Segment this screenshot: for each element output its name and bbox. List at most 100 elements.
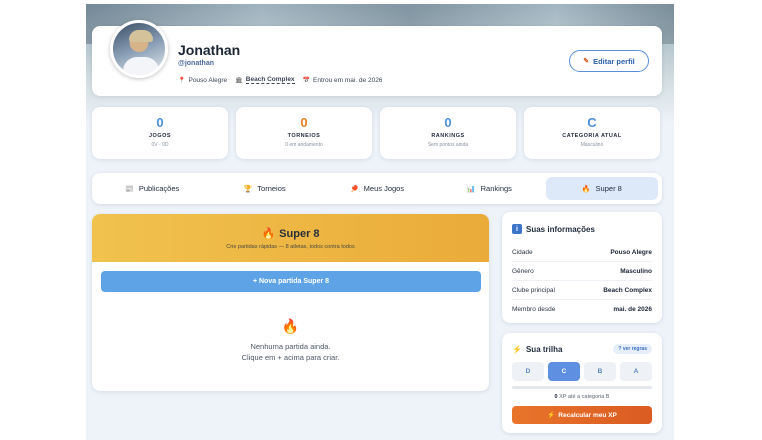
building-icon: 🏛 (235, 77, 243, 84)
info-row: Clube principal Beach Complex (512, 281, 652, 300)
info-row: Cidade Pouso Alegre (512, 243, 652, 262)
tab-publicacoes[interactable]: 📰 Publicações (96, 177, 208, 200)
info-rows: Cidade Pouso Alegre Gênero Masculino Clu… (512, 243, 652, 319)
stat-label: CATEGORIA ATUAL (562, 133, 622, 139)
meta-city: 📍 Pouso Alegre (178, 77, 227, 84)
stat-label: TORNEIOS (287, 133, 321, 139)
info-key: Membro desde (512, 306, 556, 313)
recalc-label: Recalcular meu XP (558, 411, 617, 419)
level-selector: D C B A (512, 362, 652, 381)
meta-joined: 📅 Entrou em mai. de 2026 (303, 77, 383, 84)
edit-profile-label: Editar perfil (593, 56, 635, 66)
calendar-icon: 📅 (302, 77, 311, 84)
pin-icon: 📍 (178, 77, 186, 84)
rules-label: ver regras (622, 346, 647, 352)
tab-meus-jogos[interactable]: 🏓 Meus Jogos (321, 177, 433, 200)
empty-line-2: Clique em + acima para criar. (241, 353, 340, 362)
info-row: Gênero Masculino (512, 262, 652, 281)
recalc-xp-button[interactable]: ⚡ Recalcular meu XP (512, 406, 652, 424)
flame-icon: 🔥 (281, 318, 300, 334)
info-value: Masculino (620, 267, 652, 275)
info-title-text: Suas informações (526, 224, 595, 234)
profile-meta: 📍 Pouso Alegre 🏛 Beach Complex 📅 Entrou … (178, 76, 390, 84)
edit-profile-button[interactable]: ✎ Editar perfil (569, 50, 649, 72)
lightning-icon: ⚡ (512, 344, 522, 354)
profile-handle: @jonathan (178, 60, 214, 67)
avatar-cap (129, 30, 153, 42)
stat-sub: 0V · 0D (151, 142, 169, 148)
stat-sub: 0 em andamento (285, 142, 323, 148)
tab-torneios[interactable]: 🏆 Torneios (208, 177, 320, 200)
stat-value: 0 (444, 115, 452, 130)
tab-rankings[interactable]: 📊 Rankings (433, 177, 545, 200)
info-value: Pouso Alegre (610, 248, 652, 256)
profile-card: Jonathan @jonathan 📍 Pouso Alegre 🏛 Beac… (92, 20, 662, 96)
flame-icon: 🔥 (581, 185, 591, 193)
stat-value: 0 (300, 115, 308, 130)
trilha-title: ⚡ Sua trilha (512, 345, 562, 354)
level-d[interactable]: D (512, 362, 544, 381)
lightning-icon: ⚡ (547, 412, 556, 419)
trilha-header: ⚡ Sua trilha ? ver regras (512, 344, 652, 354)
info-card: i Suas informações Cidade Pouso Alegre G… (502, 212, 662, 323)
stat-label: RANKINGS (431, 133, 465, 139)
joined-text: Entrou em mai. de 2026 (313, 76, 383, 84)
stat-card-rankings: 0 RANKINGS Sem pontos ainda (380, 107, 516, 159)
super8-title-text: Super 8 (279, 228, 320, 240)
rules-link[interactable]: ? ver regras (613, 344, 652, 354)
tab-label: Rankings (480, 184, 512, 193)
level-b[interactable]: B (584, 362, 616, 381)
super8-title: 🔥 Super 8 (92, 227, 489, 240)
trophy-icon: 🏆 (243, 185, 253, 193)
super8-panel: 🔥 Super 8 Crie partidas rápidas — 8 atlet… (92, 214, 489, 391)
newspaper-icon: 📰 (125, 185, 134, 193)
new-super8-button[interactable]: + Nova partida Super 8 (101, 271, 481, 292)
tab-label: Publicações (138, 184, 180, 193)
super8-subtitle: Crie partidas rápidas — 8 atletas, todos… (226, 244, 355, 250)
super8-empty-state: 🔥 Nenhuma partida ainda. Clique em + aci… (92, 318, 489, 362)
trilha-title-text: Sua trilha (525, 344, 563, 354)
info-title: i Suas informações (512, 224, 652, 234)
stat-card-torneios: 0 TORNEIOS 0 em andamento (236, 107, 372, 159)
pencil-icon: ✎ (583, 58, 590, 65)
info-key: Clube principal (512, 286, 555, 294)
info-value: mai. de 2026 (613, 306, 652, 313)
info-row: Membro desde mai. de 2026 (512, 300, 652, 319)
stat-sub: Sem pontos ainda (427, 142, 469, 148)
info-value: Beach Complex (603, 286, 652, 294)
tab-label: Super 8 (595, 184, 622, 193)
flame-icon: 🔥 (261, 228, 276, 240)
city-text: Pouso Alegre (188, 76, 228, 84)
xp-text: 0 XP até a categoria B (512, 394, 652, 400)
info-key: Gênero (512, 267, 534, 275)
avatar[interactable] (110, 20, 168, 78)
level-c[interactable]: C (548, 362, 580, 381)
avatar-shirt (123, 57, 159, 75)
meta-club[interactable]: 🏛 Beach Complex (235, 76, 295, 84)
stat-label: JOGOS (148, 133, 172, 139)
bar-chart-icon: 📊 (466, 185, 476, 193)
profile-tabs: 📰 Publicações 🏆 Torneios 🏓 Meus Jogos 📊 … (92, 173, 662, 204)
info-key: Cidade (512, 248, 533, 256)
tab-label: Torneios (257, 184, 286, 193)
stat-sub: Masculino (580, 142, 604, 148)
profile-name: Jonathan (178, 42, 241, 58)
info-icon: i (512, 224, 522, 234)
app-frame: Jonathan @jonathan 📍 Pouso Alegre 🏛 Beac… (86, 4, 674, 440)
club-link[interactable]: Beach Complex (245, 76, 295, 84)
xp-label: XP até a categoria B (559, 394, 610, 400)
stat-value: 0 (156, 115, 164, 130)
tab-super-8[interactable]: 🔥 Super 8 (545, 177, 659, 200)
empty-line-1: Nenhuma partida ainda. (250, 342, 331, 351)
stat-card-jogos: 0 JOGOS 0V · 0D (92, 107, 228, 159)
racket-icon: 🏓 (349, 185, 359, 193)
xp-value: 0 (554, 394, 558, 400)
stat-card-categoria: C CATEGORIA ATUAL Masculino (524, 107, 660, 159)
super8-header: 🔥 Super 8 Crie partidas rápidas — 8 atlet… (92, 214, 489, 262)
xp-progress-track (512, 386, 652, 389)
stat-value: C (587, 115, 597, 130)
help-icon: ? (618, 346, 622, 352)
level-a[interactable]: A (620, 362, 652, 381)
tab-label: Meus Jogos (363, 184, 405, 193)
trilha-card: ⚡ Sua trilha ? ver regras D C B A 0 XP a… (502, 333, 662, 433)
